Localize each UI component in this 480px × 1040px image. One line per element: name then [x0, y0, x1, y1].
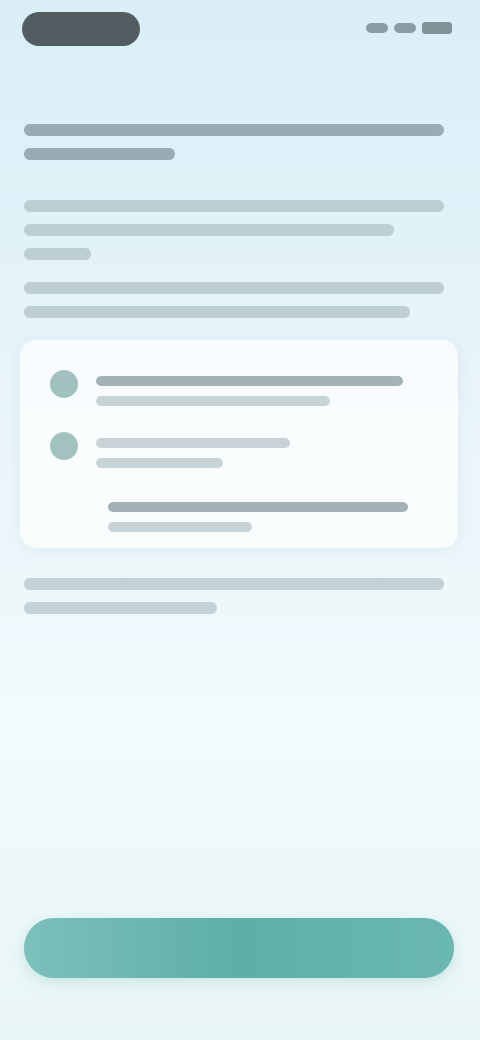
footnote-paragraph: [24, 578, 444, 626]
text-line: [24, 124, 444, 136]
battery-icon: [422, 22, 452, 34]
check-circle-icon: [50, 432, 78, 460]
status-time-pill: [22, 12, 140, 46]
text-line: [108, 522, 252, 532]
text-line: [24, 224, 394, 236]
text-line: [96, 396, 330, 406]
intro-paragraph: [24, 124, 444, 172]
text-line: [24, 578, 444, 590]
option-item[interactable]: [50, 370, 430, 416]
option-item[interactable]: [50, 432, 430, 478]
status-bar: [0, 0, 480, 64]
text-line: [24, 306, 411, 318]
continue-button[interactable]: [24, 918, 454, 978]
option-item[interactable]: [108, 496, 408, 542]
status-icons: [366, 22, 452, 34]
text-line: [96, 438, 290, 448]
text-line: [24, 200, 444, 212]
description-paragraph: [24, 200, 444, 272]
text-line: [108, 502, 408, 512]
text-line: [24, 602, 218, 614]
signal-icon: [366, 23, 388, 33]
check-circle-icon: [50, 370, 78, 398]
text-line: [24, 248, 92, 260]
text-line: [24, 282, 444, 294]
text-line: [96, 376, 404, 386]
text-line: [96, 458, 223, 468]
options-card: [20, 340, 458, 548]
text-line: [24, 148, 176, 160]
detail-paragraph: [24, 282, 444, 330]
wifi-icon: [394, 23, 416, 33]
